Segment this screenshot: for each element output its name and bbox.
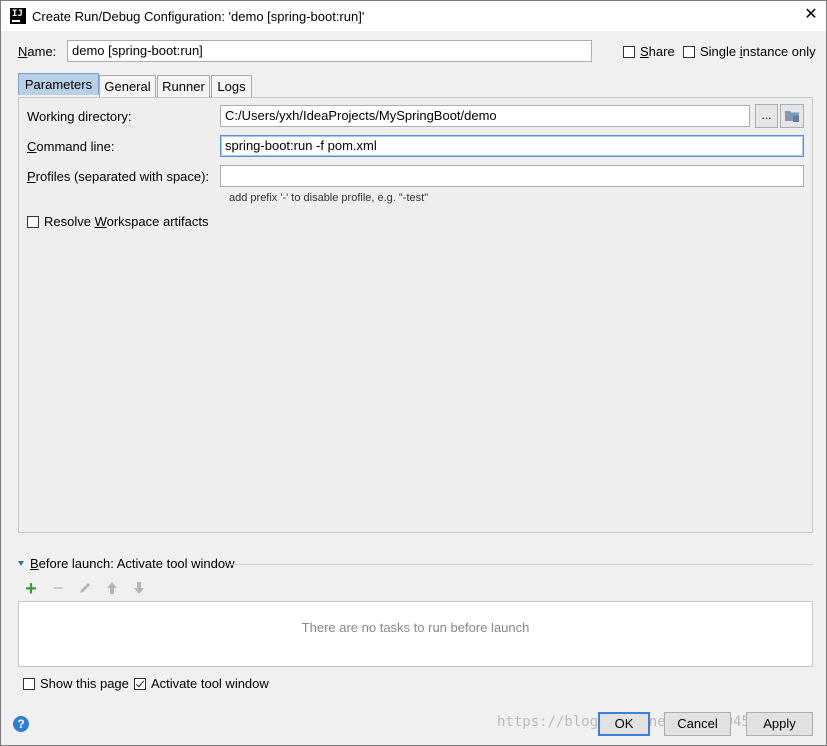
close-icon[interactable]: ✕	[801, 5, 821, 25]
app-icon-text: IJ	[12, 9, 23, 19]
name-label: Name:	[18, 44, 57, 59]
show-this-page-label[interactable]: Show this page	[40, 676, 129, 691]
profiles-hint: add prefix '-' to disable profile, e.g. …	[229, 192, 429, 204]
command-line-label: Command line:	[27, 139, 115, 154]
help-icon[interactable]: ?	[13, 716, 29, 732]
remove-icon[interactable]: −	[50, 579, 66, 597]
move-up-icon[interactable]	[104, 581, 120, 597]
activate-tool-window-label[interactable]: Activate tool window	[151, 676, 269, 691]
share-checkbox[interactable]	[623, 46, 635, 58]
collapse-triangle-icon[interactable]	[18, 561, 24, 566]
name-input[interactable]: demo [spring-boot:run]	[67, 40, 592, 62]
parameters-panel	[18, 97, 813, 533]
profiles-input[interactable]	[220, 165, 804, 187]
intellij-app-icon: IJ	[10, 8, 26, 24]
share-label[interactable]: Share	[640, 44, 675, 59]
edit-icon[interactable]	[77, 581, 93, 597]
move-down-icon[interactable]	[131, 581, 147, 597]
tab-parameters[interactable]: Parameters	[18, 73, 99, 95]
tab-logs[interactable]: Logs	[211, 75, 252, 97]
before-launch-divider	[230, 564, 813, 565]
ok-button[interactable]: OK	[598, 712, 650, 736]
show-this-page-checkbox[interactable]	[23, 678, 35, 690]
macro-folder-button[interactable]	[780, 104, 804, 128]
title-bar: IJ Create Run/Debug Configuration: 'demo…	[1, 1, 826, 31]
tab-general[interactable]: General	[99, 75, 156, 97]
working-directory-input[interactable]: C:/Users/yxh/IdeaProjects/MySpringBoot/d…	[220, 105, 750, 127]
working-directory-label: Working directory:	[27, 109, 132, 124]
resolve-workspace-label[interactable]: Resolve Workspace artifacts	[44, 214, 209, 229]
single-instance-checkbox[interactable]	[683, 46, 695, 58]
folder-icon	[785, 111, 799, 122]
cancel-button[interactable]: Cancel	[664, 712, 731, 736]
command-line-input[interactable]: spring-boot:run -f pom.xml	[220, 135, 804, 157]
activate-tool-window-checkbox[interactable]	[134, 678, 146, 690]
browse-button[interactable]: ...	[755, 104, 778, 128]
empty-tasks-message: There are no tasks to run before launch	[301, 620, 530, 635]
single-instance-label[interactable]: Single instance only	[700, 44, 816, 59]
profiles-label: Profiles (separated with space):	[27, 169, 210, 184]
window-title: Create Run/Debug Configuration: 'demo [s…	[32, 9, 365, 24]
tab-runner[interactable]: Runner	[157, 75, 210, 97]
add-icon[interactable]: +	[23, 579, 39, 599]
apply-button[interactable]: Apply	[746, 712, 813, 736]
before-launch-task-list[interactable]: There are no tasks to run before launch	[18, 601, 813, 667]
resolve-workspace-checkbox[interactable]	[27, 216, 39, 228]
before-launch-header[interactable]: Before launch: Activate tool window	[30, 556, 235, 571]
